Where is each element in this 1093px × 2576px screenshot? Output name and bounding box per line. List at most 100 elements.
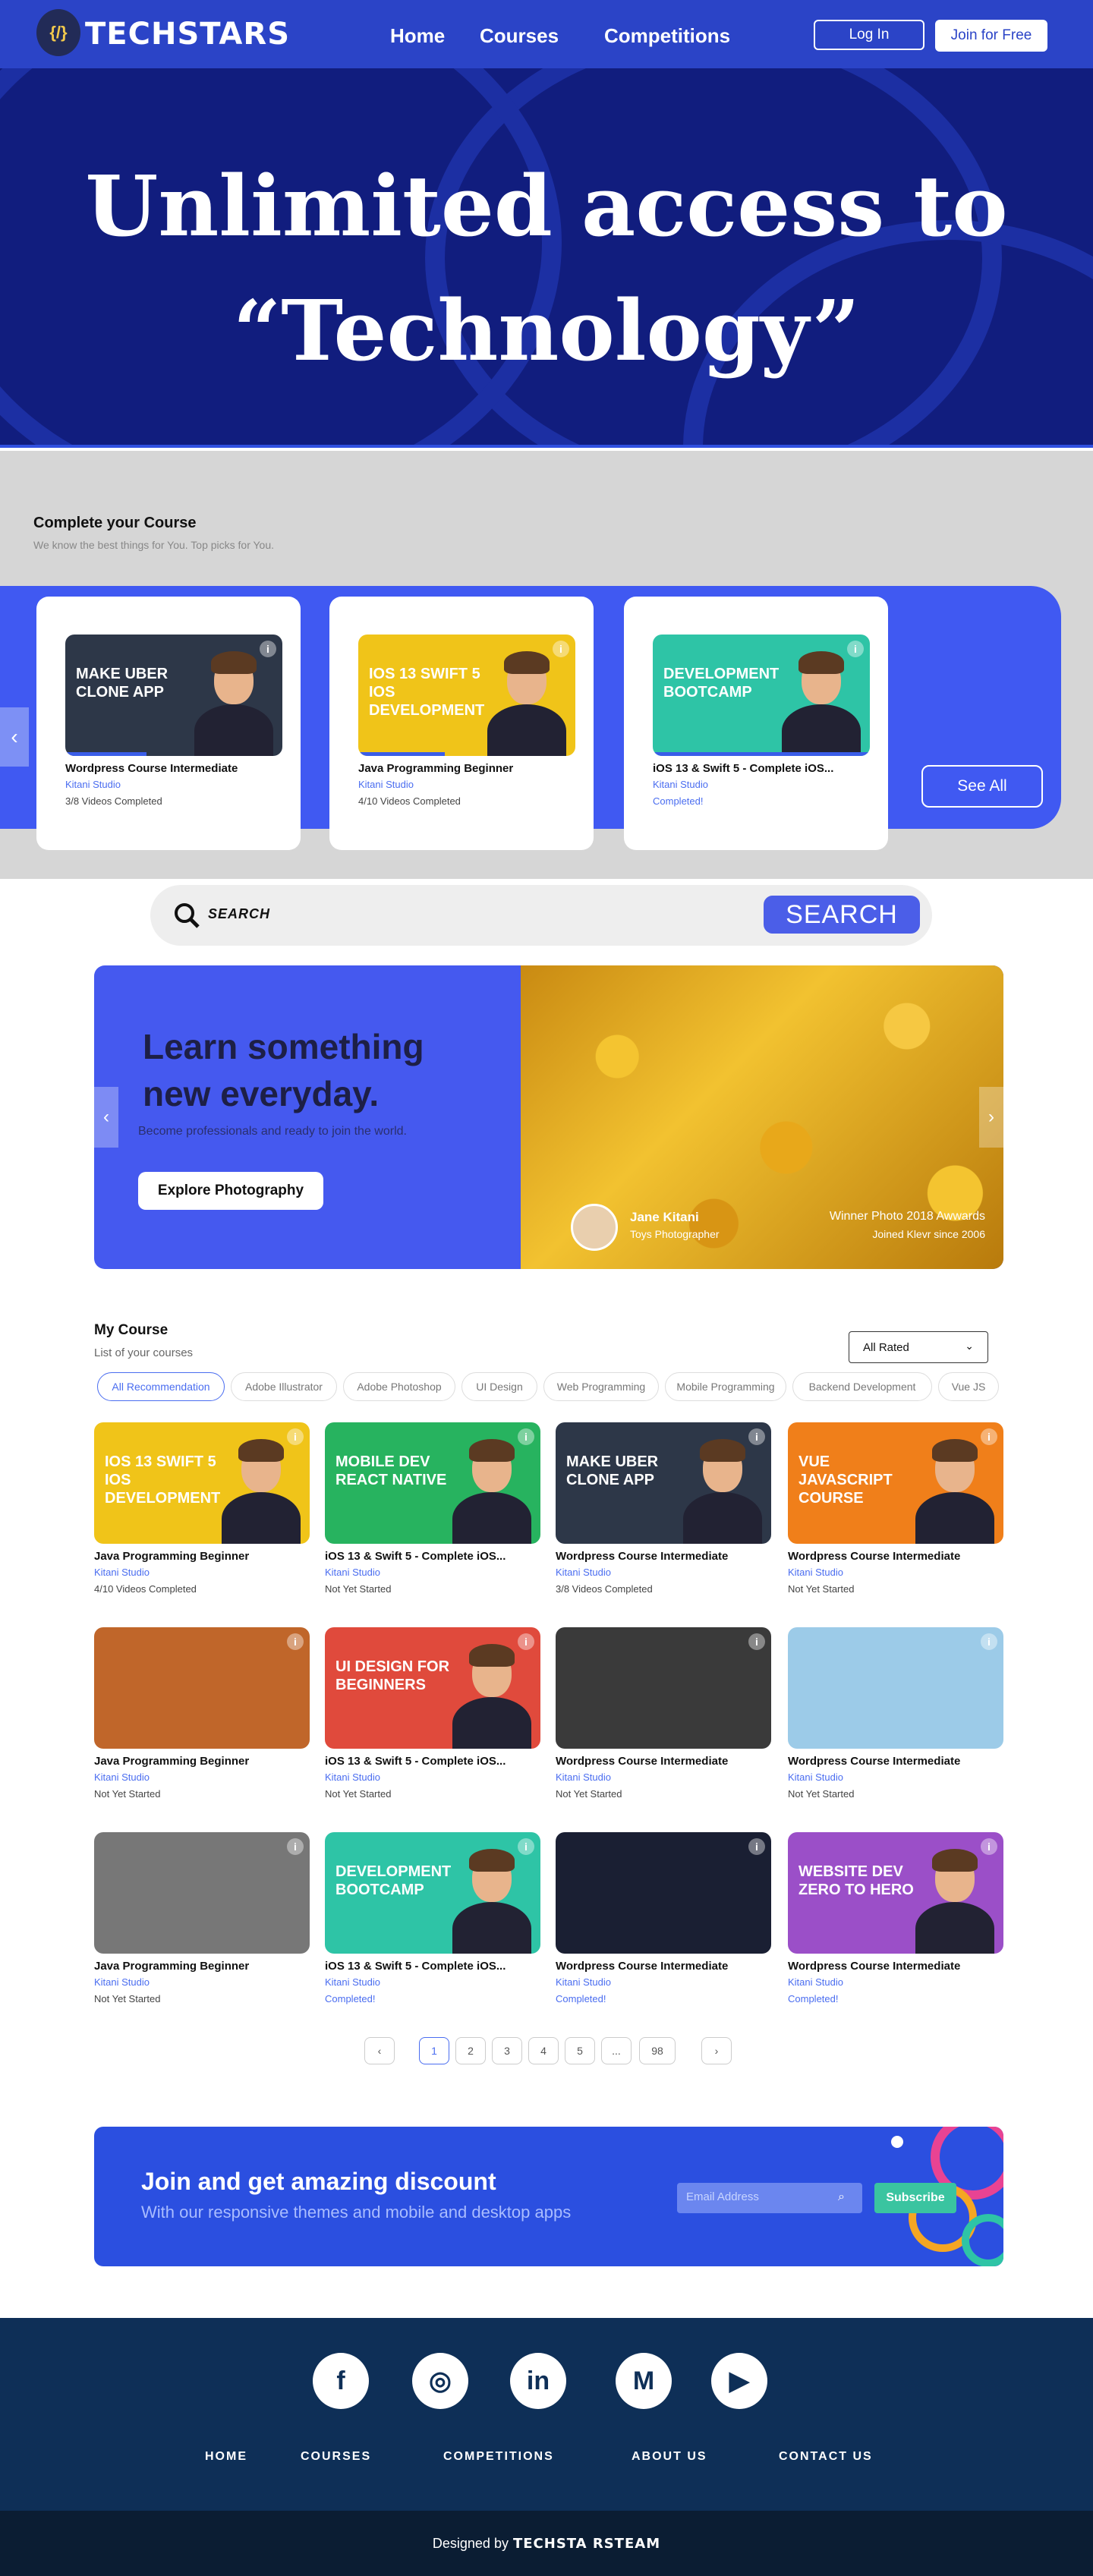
email-field[interactable]: Email Address [677,2183,862,2213]
search-button[interactable]: SEARCH [764,896,920,934]
chevron-left-icon[interactable]: ‹ [94,1087,118,1148]
chevron-left-icon[interactable]: ‹ [0,707,29,767]
instagram-icon[interactable]: ◎ [412,2353,468,2409]
instructor-body [782,704,861,756]
instructor-body [194,704,273,756]
course-card[interactable]: DEVELOPMENT BOOTCAMP i iOS 13 & Swift 5 - … [325,1832,540,2023]
course-status: 3/8 Videos Completed [65,795,162,807]
info-icon[interactable]: i [847,641,864,657]
info-icon[interactable]: i [518,1633,534,1650]
course-thumbnail[interactable]: i [94,1627,310,1749]
info-icon[interactable]: i [553,641,569,657]
info-icon[interactable]: i [518,1838,534,1855]
filter-chip[interactable]: Backend Development [792,1372,932,1401]
info-icon[interactable]: i [260,641,276,657]
course-thumbnail[interactable]: MAKE UBER CLONE APP i [65,635,282,756]
course-thumbnail[interactable]: IOS 13 SWIFT 5 IOS DEVELOPMENT i [94,1422,310,1544]
course-card[interactable]: i Java Programming Beginner Kitani Studio N… [94,1627,310,1819]
page-button[interactable]: 2 [455,2037,486,2064]
course-thumbnail[interactable]: i [94,1832,310,1954]
course-card[interactable]: MAKE UBER CLONE APP i Wordpress Course Int… [36,597,301,850]
nav-competitions[interactable]: Competitions [604,24,730,48]
course-thumbnail[interactable]: i [556,1832,771,1954]
page-button[interactable]: 1 [419,2037,449,2064]
course-card[interactable]: VUE JAVASCRIPT COURSE i Wordpress Course I… [788,1422,1003,1614]
filter-chip[interactable]: Vue JS [938,1372,999,1401]
nav-home[interactable]: Home [390,24,445,48]
course-status: 4/10 Videos Completed [358,795,461,807]
nav-courses[interactable]: Courses [480,24,559,48]
thumbnail-text: UI DESIGN FOR BEGINNERS [335,1658,450,1693]
course-card[interactable]: i Wordpress Course Intermediate Kitani Stu… [556,1832,771,2023]
explore-button[interactable]: Explore Photography [138,1172,323,1210]
filter-chip[interactable]: UI Design [461,1372,537,1401]
info-icon[interactable]: i [981,1633,997,1650]
course-card[interactable]: i Java Programming Beginner Kitani Studio N… [94,1832,310,2023]
prev-page-button[interactable]: ‹ [364,2037,395,2064]
next-page-button[interactable]: › [701,2037,732,2064]
footer-about[interactable]: ABOUT US [632,2450,707,2464]
course-thumbnail[interactable]: IOS 13 SWIFT 5 IOS DEVELOPMENT i [358,635,575,756]
footer-competitions[interactable]: COMPETITIONS [443,2450,554,2464]
course-thumbnail[interactable]: VUE JAVASCRIPT COURSE i [788,1422,1003,1544]
course-thumbnail[interactable]: MAKE UBER CLONE APP i [556,1422,771,1544]
footer-courses[interactable]: COURSES [301,2450,371,2464]
search-bar[interactable]: SEARCH SEARCH [150,885,932,946]
course-thumbnail[interactable]: UI DESIGN FOR BEGINNERS i [325,1627,540,1749]
course-card[interactable]: IOS 13 SWIFT 5 IOS DEVELOPMENT i Java Prog… [94,1422,310,1614]
course-thumbnail[interactable]: MOBILE DEV REACT NATIVE i [325,1422,540,1544]
info-icon[interactable]: i [287,1838,304,1855]
info-icon[interactable]: i [748,1428,765,1445]
course-title: iOS 13 & Swift 5 - Complete iOS... [325,1755,506,1768]
linkedin-icon[interactable]: in [510,2353,566,2409]
sort-select[interactable]: All Rated ⌄ [849,1331,988,1363]
course-thumbnail[interactable]: DEVELOPMENT BOOTCAMP i [653,635,870,756]
page-button[interactable]: 5 [565,2037,595,2064]
instructor-body [452,1492,531,1544]
course-card[interactable]: IOS 13 SWIFT 5 IOS DEVELOPMENT i Java Prog… [329,597,594,850]
course-title: Wordpress Course Intermediate [788,1755,961,1768]
course-thumbnail[interactable]: DEVELOPMENT BOOTCAMP i [325,1832,540,1954]
course-card[interactable]: DEVELOPMENT BOOTCAMP i iOS 13 & Swift 5 - … [624,597,888,850]
filter-chip[interactable]: Adobe Illustrator [231,1372,337,1401]
filter-chip[interactable]: Web Programming [543,1372,659,1401]
info-icon[interactable]: i [518,1428,534,1445]
course-thumbnail[interactable]: i [556,1627,771,1749]
course-card[interactable]: UI DESIGN FOR BEGINNERS i iOS 13 & Swift 5… [325,1627,540,1819]
footer-contact[interactable]: CONTACT US [779,2450,873,2464]
filter-chip[interactable]: All Recommendation [97,1372,225,1401]
subscribe-button[interactable]: Subscribe [874,2183,956,2213]
chevron-right-icon[interactable]: › [979,1087,1003,1148]
search-input[interactable]: SEARCH [208,906,270,922]
info-icon[interactable]: i [748,1838,765,1855]
youtube-icon[interactable]: ▶ [711,2353,767,2409]
filter-chip[interactable]: Mobile Programming [665,1372,786,1401]
course-card[interactable]: MOBILE DEV REACT NATIVE i iOS 13 & Swift 5… [325,1422,540,1614]
filter-chip[interactable]: Adobe Photoshop [343,1372,455,1401]
brand-name[interactable]: TECHSTARS [85,17,290,52]
join-button[interactable]: Join for Free [935,20,1047,52]
course-card[interactable]: i Wordpress Course Intermediate Kitani Stu… [788,1627,1003,1819]
course-card[interactable]: MAKE UBER CLONE APP i Wordpress Course Int… [556,1422,771,1614]
course-author: Kitani Studio [65,779,121,790]
logo-icon[interactable]: {/} [36,9,80,56]
info-icon[interactable]: i [748,1633,765,1650]
course-card[interactable]: i Wordpress Course Intermediate Kitani Stu… [556,1627,771,1819]
info-icon[interactable]: i [287,1428,304,1445]
info-icon[interactable]: i [287,1633,304,1650]
course-thumbnail[interactable]: WEBSITE DEV ZERO TO HERO i [788,1832,1003,1954]
login-button[interactable]: Log In [814,20,924,50]
page-button[interactable]: 4 [528,2037,559,2064]
facebook-icon[interactable]: f [313,2353,369,2409]
info-icon[interactable]: i [981,1838,997,1855]
course-author: Kitani Studio [358,779,414,790]
medium-icon[interactable]: M [616,2353,672,2409]
see-all-button[interactable]: See All [921,765,1043,808]
info-icon[interactable]: i [981,1428,997,1445]
page-button[interactable]: 98 [639,2037,676,2064]
footer-home[interactable]: HOME [205,2450,247,2464]
page-button[interactable]: 3 [492,2037,522,2064]
course-card[interactable]: WEBSITE DEV ZERO TO HERO i Wordpress Cours… [788,1832,1003,2023]
page-button[interactable]: ... [601,2037,632,2064]
course-thumbnail[interactable]: i [788,1627,1003,1749]
